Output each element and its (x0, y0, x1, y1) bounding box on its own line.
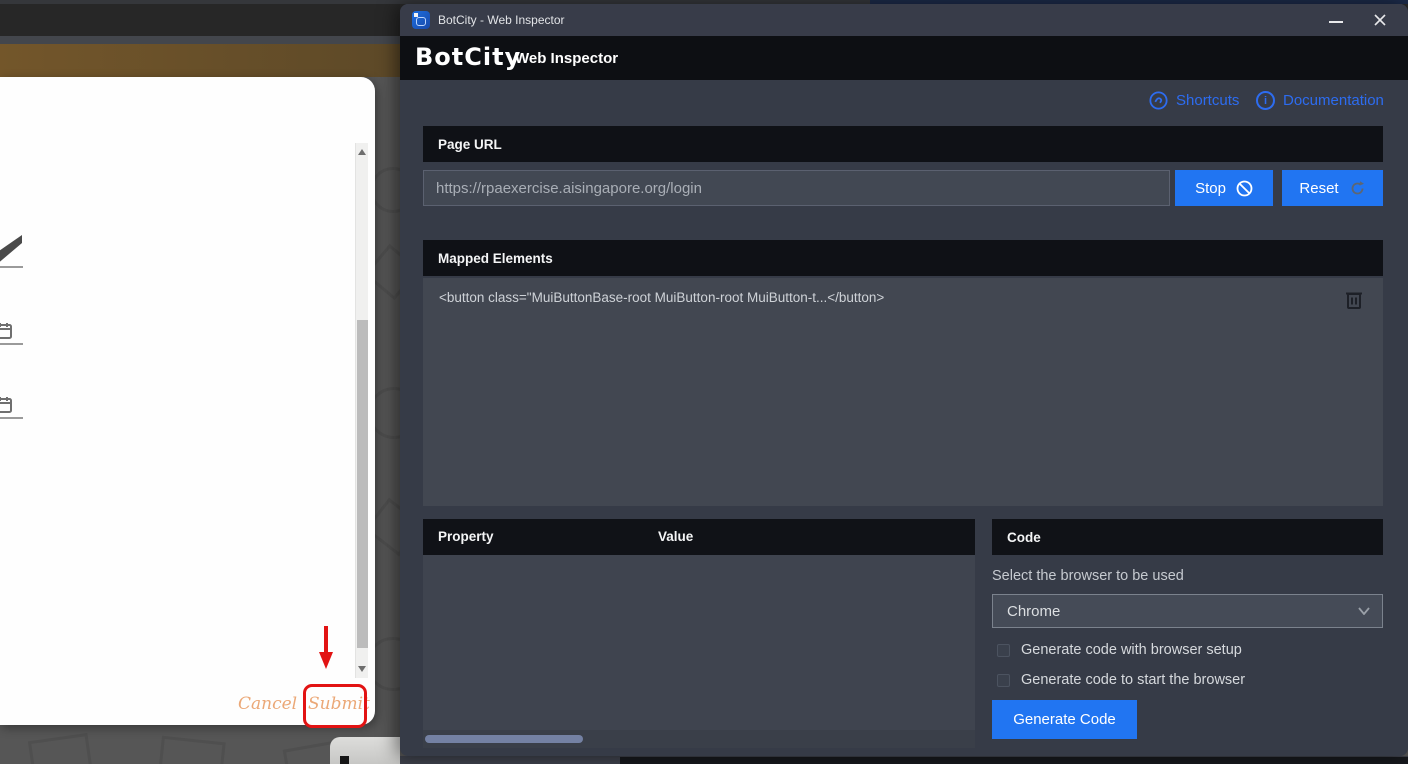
window-titlebar[interactable]: BotCity - Web Inspector (400, 4, 1408, 36)
reset-label: Reset (1299, 179, 1339, 197)
browser-chrome-divider (0, 36, 400, 44)
mapped-element-highlight-box (303, 684, 367, 728)
background-doodle (27, 732, 93, 764)
background-doodle (158, 735, 226, 764)
start-browser-checkbox-row[interactable]: Generate code to start the browser (997, 672, 1245, 688)
code-header-label: Code (1007, 529, 1041, 545)
target-site-header-bar (0, 44, 400, 77)
code-panel: Code Select the browser to be used Chrom… (992, 519, 1383, 748)
generate-code-button[interactable]: Generate Code (992, 700, 1137, 739)
window-title: BotCity - Web Inspector (438, 13, 565, 27)
app-subtitle: Web Inspector (515, 50, 619, 67)
generate-code-label: Generate Code (1013, 711, 1116, 728)
documentation-link[interactable]: i Documentation (1256, 91, 1384, 110)
calendar-icon[interactable] (0, 396, 12, 413)
checkbox[interactable] (997, 643, 1010, 657)
properties-panel: Property Value (423, 519, 975, 748)
cancel-button[interactable]: Cancel (238, 694, 297, 714)
below-window-dark-strip (620, 757, 1408, 764)
scroll-down-arrow-icon[interactable] (358, 666, 366, 672)
scroll-up-arrow-icon[interactable] (358, 149, 366, 155)
checkbox-label: Generate code with browser setup (1021, 642, 1242, 658)
scrollbar-thumb[interactable] (425, 735, 583, 743)
info-icon: i (1256, 91, 1275, 110)
browser-select[interactable]: Chrome (992, 594, 1383, 628)
dropdown-caret-partial (0, 235, 22, 262)
page-url-value: https://rpaexercise.aisingapore.org/logi… (436, 179, 702, 197)
reset-refresh-icon (1351, 180, 1364, 194)
brand-header: BotCity Web Inspector (400, 36, 1408, 80)
chevron-down-icon (1358, 607, 1370, 615)
botcity-app-icon (412, 11, 430, 29)
shortcuts-link[interactable]: Shortcuts (1149, 91, 1239, 110)
code-section-header: Code (992, 519, 1383, 555)
minimize-button[interactable] (1328, 12, 1344, 28)
mapped-elements-section-header: Mapped Elements (423, 240, 1383, 276)
mapped-element-selector: <button class="MuiButtonBase-root MuiBut… (439, 290, 885, 305)
value-column-header: Value (658, 529, 694, 544)
stop-label: Stop (1195, 179, 1226, 197)
properties-table-header: Property Value (423, 519, 975, 555)
shortcuts-label: Shortcuts (1176, 92, 1240, 109)
selected-browser-value: Chrome (1007, 602, 1061, 620)
page-url-header-label: Page URL (438, 136, 502, 152)
stop-prohibit-icon (1236, 180, 1253, 196)
background-popup-glyph (340, 756, 349, 764)
stop-button[interactable]: Stop (1175, 170, 1273, 206)
form-field-underline (0, 266, 23, 268)
page-url-input[interactable]: https://rpaexercise.aisingapore.org/logi… (423, 170, 1170, 206)
page-vertical-scrollbar[interactable] (355, 143, 368, 678)
shortcuts-icon (1149, 91, 1168, 110)
properties-table-body (423, 555, 975, 730)
form-field-underline (0, 417, 23, 419)
checkbox[interactable] (997, 673, 1010, 687)
close-button[interactable] (1372, 12, 1388, 28)
calendar-icon[interactable] (0, 322, 12, 339)
close-icon (1374, 14, 1386, 26)
browser-setup-checkbox-row[interactable]: Generate code with browser setup (997, 642, 1242, 658)
browser-select-label: Select the browser to be used (992, 568, 1184, 584)
documentation-label: Documentation (1283, 92, 1384, 109)
browser-chrome-bar (0, 4, 400, 36)
reset-button[interactable]: Reset (1282, 170, 1383, 206)
red-annotation-arrow-icon (319, 626, 333, 669)
form-field-underline (0, 343, 23, 345)
checkbox-label: Generate code to start the browser (1021, 672, 1246, 688)
property-column-header: Property (438, 529, 494, 544)
page-url-section-header: Page URL (423, 126, 1383, 162)
properties-horizontal-scrollbar[interactable] (423, 730, 975, 748)
mapped-elements-header-label: Mapped Elements (438, 250, 553, 266)
minimize-icon (1329, 21, 1343, 23)
web-inspector-window: BotCity - Web Inspector BotCity Web Insp… (400, 4, 1408, 756)
mapped-element-row[interactable]: <button class="MuiButtonBase-root MuiBut… (423, 278, 1383, 320)
delete-trash-icon[interactable] (1345, 289, 1363, 309)
botcity-logo: BotCity (415, 43, 522, 71)
scrollbar-thumb[interactable] (357, 320, 368, 648)
mapped-elements-panel: <button class="MuiButtonBase-root MuiBut… (423, 278, 1383, 506)
